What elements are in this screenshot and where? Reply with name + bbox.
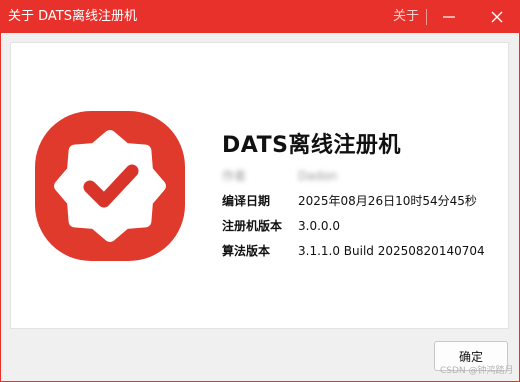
minimize-button[interactable] xyxy=(436,5,462,29)
close-icon xyxy=(491,11,503,23)
window-title: 关于 DATS离线注册机 xyxy=(8,9,137,24)
close-button[interactable] xyxy=(484,5,510,29)
info-value: 3.1.1.0 Build 20250820140704 xyxy=(298,244,485,258)
about-button[interactable]: 关于 xyxy=(393,8,419,25)
info-label: 作者 xyxy=(222,169,247,183)
info-value: Dadon xyxy=(298,169,338,183)
info-panel: DATS离线注册机 作者 Dadon 编译日期 2025年08月26日10时54… xyxy=(10,42,509,329)
title-separator xyxy=(426,9,427,25)
watermark: CSDN @钟鸿踏月 xyxy=(440,366,514,376)
info-label: 编译日期 xyxy=(222,194,271,208)
info-value: 3.0.0.0 xyxy=(298,219,340,233)
about-dialog: DATS离线注册机 作者 Dadon 编译日期 2025年08月26日10时54… xyxy=(1,33,519,381)
title-bar[interactable]: 关于 DATS离线注册机 关于 xyxy=(0,0,520,33)
verified-badge-check-icon xyxy=(35,111,185,261)
minimize-icon xyxy=(443,16,455,18)
app-logo xyxy=(35,111,185,261)
info-label: 算法版本 xyxy=(222,244,271,258)
info-value: 2025年08月26日10时54分45秒 xyxy=(298,194,477,208)
info-label: 注册机版本 xyxy=(222,219,283,233)
app-name: DATS离线注册机 xyxy=(222,133,401,158)
